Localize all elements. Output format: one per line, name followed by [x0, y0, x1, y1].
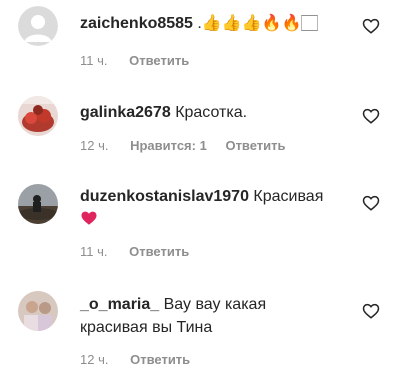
comment-timestamp[interactable]: 11 ч.: [80, 244, 108, 259]
avatar[interactable]: [18, 96, 58, 136]
comment-body: Красотка.: [175, 104, 248, 121]
comment-username[interactable]: galinka2678: [80, 104, 171, 121]
comment-body: .👍👍👍🔥🔥🏻: [197, 15, 318, 32]
comment-username[interactable]: _o_maria_: [80, 296, 159, 313]
avatar-image: [18, 184, 58, 224]
comment-text: zaichenko8585 .👍👍👍🔥🔥🏻: [80, 12, 356, 35]
red-heart-emoji: [80, 209, 98, 234]
comment-timestamp[interactable]: 12 ч.: [80, 138, 108, 153]
heart-outline-icon[interactable]: [362, 17, 380, 35]
heart-outline-icon[interactable]: [362, 107, 380, 125]
comment-text-line-2: красивая вы Тина: [80, 319, 213, 336]
comment-text: duzenkostanislav1970 Красивая: [80, 185, 356, 208]
comment-text: _o_maria_ Вау вау какая: [80, 293, 356, 316]
reply-button[interactable]: Ответить: [129, 244, 189, 259]
comment-timestamp[interactable]: 12 ч.: [80, 352, 108, 367]
comment-text: galinka2678 Красотка.: [80, 101, 356, 124]
avatar-image: [18, 291, 58, 331]
comment-timestamp[interactable]: 11 ч.: [80, 53, 108, 68]
avatar[interactable]: [18, 184, 58, 224]
comment-body: Красивая: [253, 188, 324, 205]
comment-text-line-2: [80, 208, 356, 234]
reply-button[interactable]: Ответить: [129, 53, 189, 68]
avatar[interactable]: [18, 6, 58, 46]
heart-outline-icon[interactable]: [362, 194, 380, 212]
comment-username[interactable]: duzenkostanislav1970: [80, 188, 249, 205]
reply-button[interactable]: Ответить: [130, 352, 190, 367]
heart-outline-icon[interactable]: [362, 302, 380, 320]
user-placeholder-icon: [18, 6, 58, 46]
likes-count[interactable]: Нравится: 1: [130, 138, 207, 153]
reply-button[interactable]: Ответить: [225, 138, 285, 153]
avatar[interactable]: [18, 291, 58, 331]
avatar-image: [18, 96, 58, 136]
comment-username[interactable]: zaichenko8585: [80, 15, 193, 32]
comment-body: Вау вау какая: [163, 296, 267, 313]
